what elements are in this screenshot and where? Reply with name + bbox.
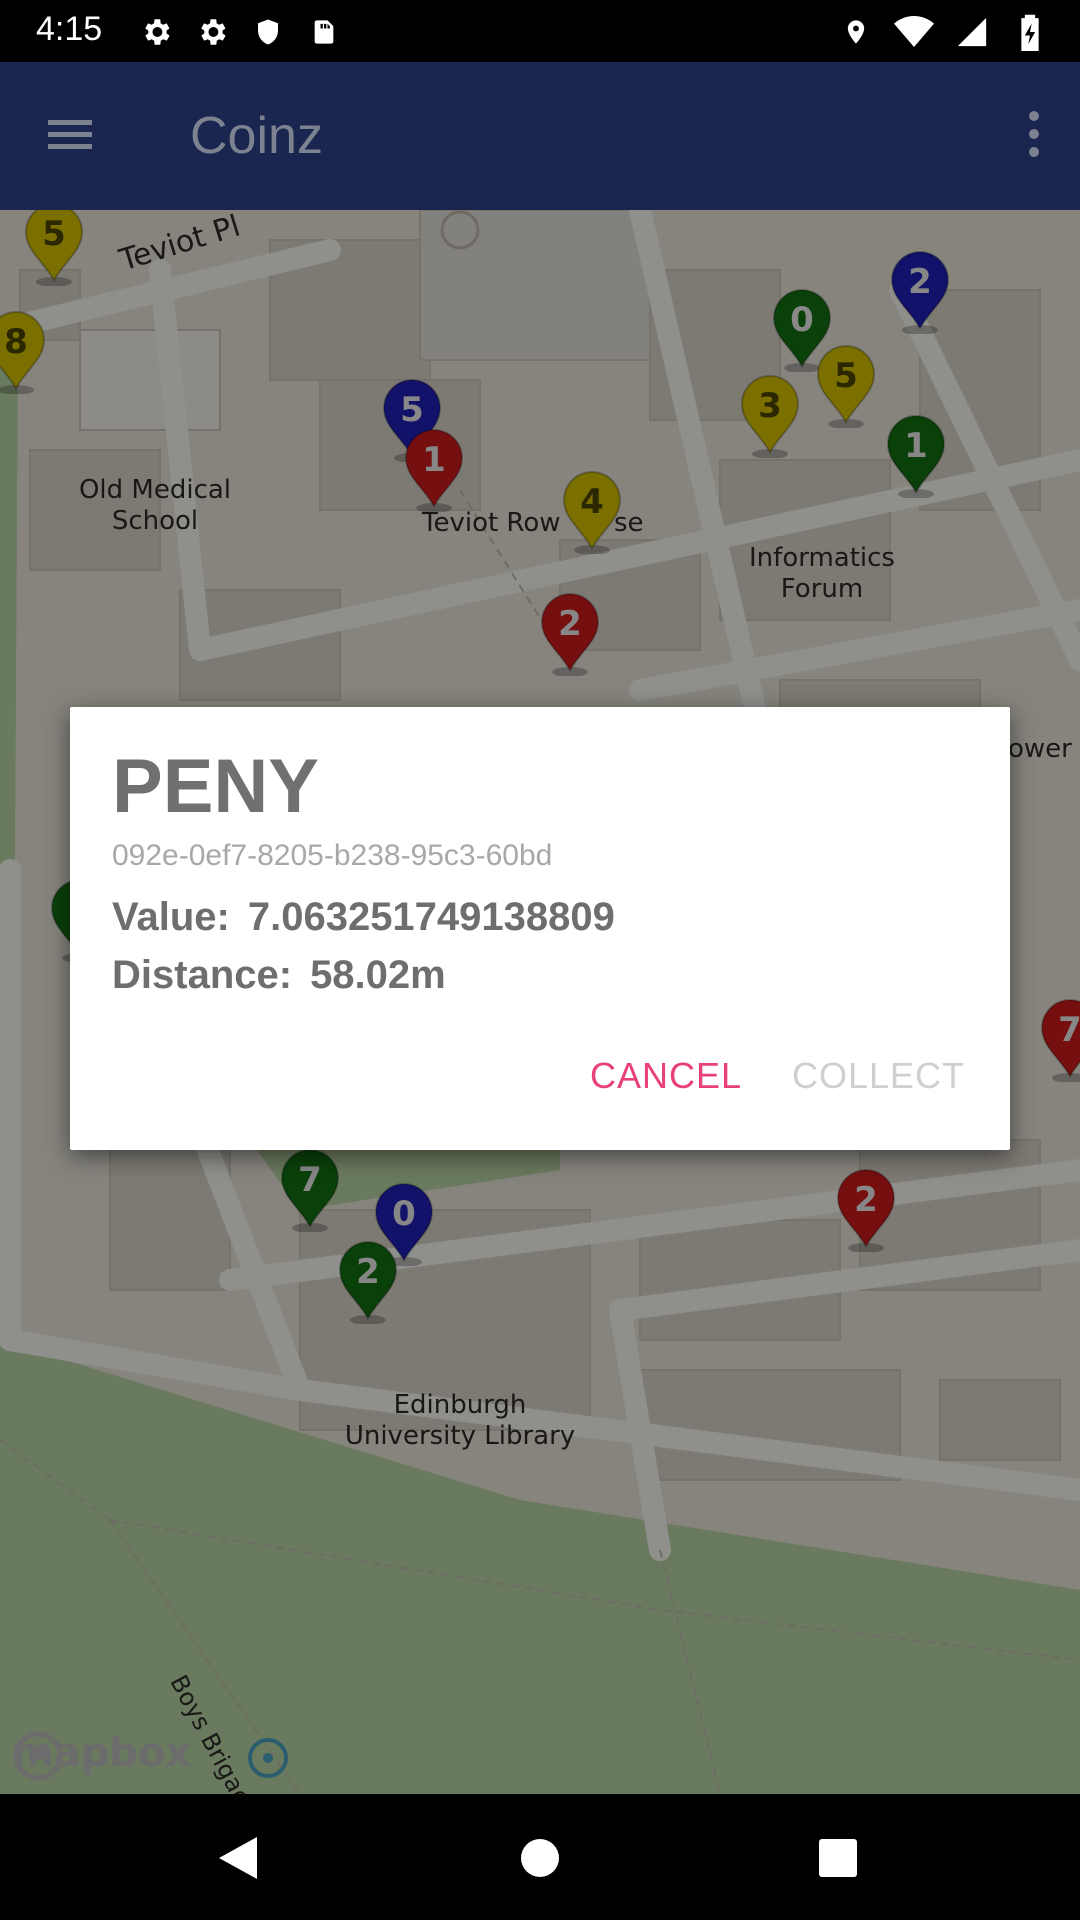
home-icon bbox=[521, 1839, 559, 1877]
menu-button[interactable] bbox=[40, 110, 100, 160]
signal-icon bbox=[952, 12, 992, 52]
shield-icon bbox=[248, 12, 288, 52]
mapbox-icon bbox=[13, 1731, 63, 1781]
gear-icon bbox=[136, 12, 176, 52]
coin-distance-row: Distance: 58.02m bbox=[112, 953, 446, 998]
back-button[interactable] bbox=[208, 1828, 268, 1888]
distance-label: Distance: bbox=[112, 953, 293, 997]
coin-id: 092e-0ef7-8205-b238-95c3-60bd bbox=[112, 839, 553, 872]
status-time: 4:15 bbox=[36, 10, 103, 48]
value-label: Value: bbox=[112, 895, 230, 939]
wifi-icon bbox=[894, 12, 934, 52]
coin-value-row: Value: 7.063251749138809 bbox=[112, 895, 615, 940]
recents-button[interactable] bbox=[808, 1828, 868, 1888]
back-icon bbox=[219, 1837, 257, 1879]
hamburger-icon bbox=[48, 120, 92, 149]
overflow-menu-button[interactable] bbox=[1014, 104, 1054, 164]
sd-card-icon bbox=[304, 12, 344, 52]
attribution-info-button[interactable] bbox=[246, 1736, 288, 1778]
coin-currency-title: PENY bbox=[112, 744, 319, 829]
battery-charging-icon bbox=[1010, 12, 1050, 52]
mapbox-logo: mapbox bbox=[12, 1730, 191, 1781]
app-title: Coinz bbox=[190, 107, 323, 165]
gear-icon bbox=[192, 12, 232, 52]
coin-value: 7.063251749138809 bbox=[247, 895, 615, 939]
location-icon bbox=[836, 12, 876, 52]
app-bar: Coinz bbox=[0, 62, 1080, 210]
status-bar: 4:15 bbox=[0, 0, 1080, 62]
info-icon bbox=[248, 1738, 288, 1778]
more-vert-icon bbox=[1029, 111, 1039, 157]
recents-icon bbox=[819, 1839, 857, 1877]
cancel-button[interactable]: CANCEL bbox=[590, 1055, 742, 1097]
home-button[interactable] bbox=[510, 1828, 570, 1888]
collect-button[interactable]: COLLECT bbox=[792, 1055, 965, 1097]
coin-dialog: PENY 092e-0ef7-8205-b238-95c3-60bd Value… bbox=[70, 707, 1010, 1150]
navigation-bar bbox=[0, 1794, 1080, 1920]
coin-distance: 58.02m bbox=[310, 953, 446, 997]
